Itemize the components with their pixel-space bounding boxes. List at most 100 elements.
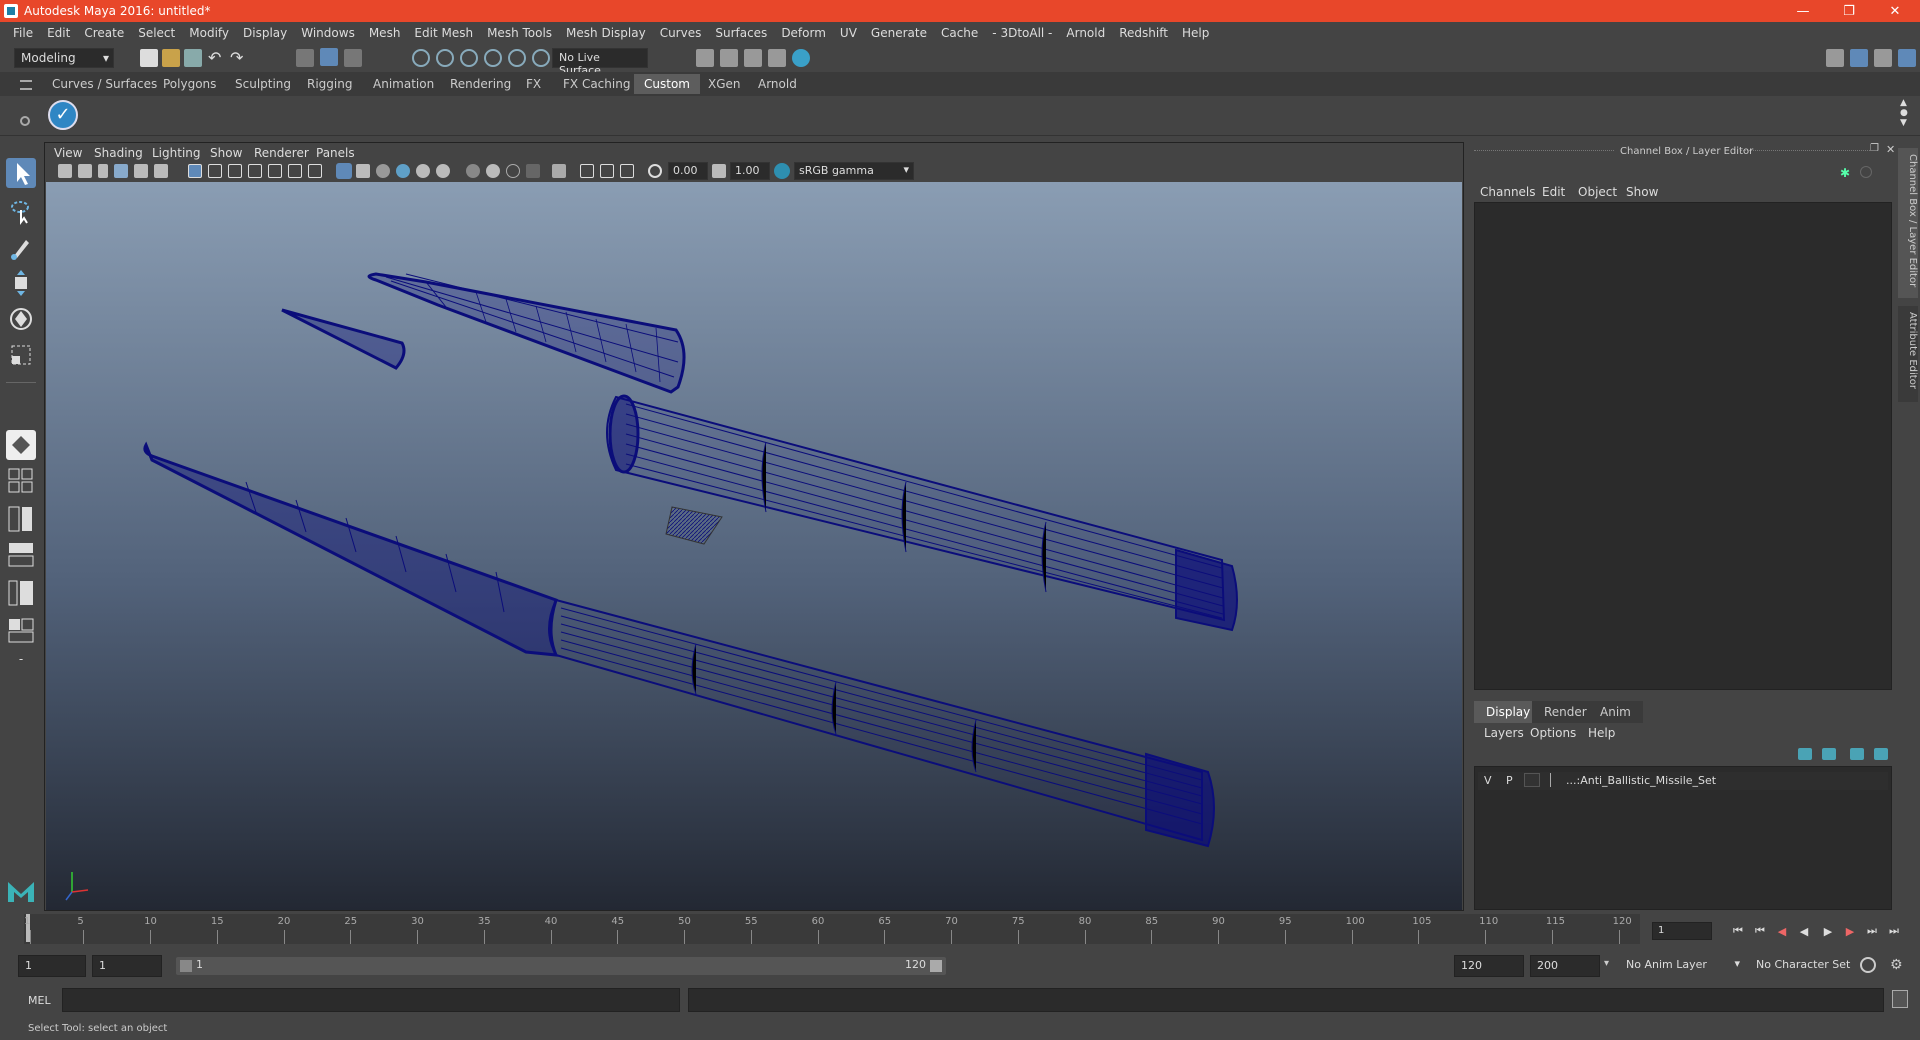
four-view-layout[interactable]	[6, 466, 36, 496]
camera-select-icon[interactable]	[58, 164, 72, 178]
menu-surfaces[interactable]: Surfaces	[708, 26, 774, 40]
float-panel-icon[interactable]: ❐	[1870, 143, 1879, 154]
menu-windows[interactable]: Windows	[294, 26, 362, 40]
side-by-side-layout[interactable]	[6, 504, 36, 534]
menu-cache[interactable]: Cache	[934, 26, 985, 40]
close-button[interactable]: ✕	[1872, 0, 1918, 22]
menu-display[interactable]: Display	[236, 26, 294, 40]
checkmark-icon[interactable]: ✓	[48, 100, 78, 130]
ipr-render-icon[interactable]	[744, 49, 762, 67]
snap-view-plane-icon[interactable]	[484, 49, 502, 67]
character-set-dropdown[interactable]: No Character Set	[1750, 955, 1874, 977]
viewport-canvas[interactable]: persp	[46, 182, 1462, 910]
vp-menu-view[interactable]: View	[54, 146, 82, 160]
cb-menu-show[interactable]: Show	[1626, 185, 1658, 199]
layer-menu-help[interactable]: Help	[1588, 726, 1615, 740]
menu-3dtoall[interactable]: - 3DtoAll -	[985, 26, 1059, 40]
save-scene-icon[interactable]	[184, 49, 202, 67]
tab-rendering[interactable]: Rendering	[440, 74, 521, 94]
tab-fx[interactable]: FX	[516, 74, 551, 94]
move-layer-down-icon[interactable]	[1822, 748, 1836, 760]
select-component-icon[interactable]	[344, 49, 362, 67]
mode-dropdown[interactable]: Modeling ▾	[14, 48, 114, 68]
range-start-handle[interactable]	[180, 960, 192, 972]
scene-start-field[interactable]: 1	[18, 955, 86, 977]
tab-anim[interactable]: Anim	[1588, 701, 1643, 723]
layer-color-swatch[interactable]	[1550, 773, 1564, 787]
tab-fx-caching[interactable]: FX Caching	[553, 74, 640, 94]
menu-mesh-display[interactable]: Mesh Display	[559, 26, 653, 40]
nose-cone-upper[interactable]	[367, 272, 686, 394]
shadows-icon[interactable]	[436, 164, 450, 178]
cb-menu-channels[interactable]: Channels	[1480, 185, 1536, 199]
layer-row[interactable]: V P ...:Anti_Ballistic_Missile_Set	[1478, 772, 1888, 790]
cb-menu-edit[interactable]: Edit	[1542, 185, 1565, 199]
new-layer-selected-icon[interactable]	[1874, 748, 1888, 760]
image-plane-icon[interactable]	[114, 164, 128, 178]
menu-uv[interactable]: UV	[833, 26, 864, 40]
resolution-gate-icon[interactable]	[228, 164, 242, 178]
single-perspective-layout[interactable]	[6, 430, 36, 460]
long-missile[interactable]	[143, 441, 1215, 848]
anti-aliasing-icon[interactable]	[600, 164, 614, 178]
playback-start-field[interactable]: 1	[92, 955, 162, 977]
undo-icon[interactable]: ↶	[208, 49, 226, 67]
tab-arnold[interactable]: Arnold	[748, 74, 807, 94]
menu-arnold[interactable]: Arnold	[1059, 26, 1112, 40]
isolate-select-icon[interactable]	[552, 164, 566, 178]
channel-options-icon[interactable]	[1860, 166, 1872, 178]
range-end-handle[interactable]	[930, 960, 942, 972]
toggle-panels-icon[interactable]	[1850, 49, 1868, 67]
new-layer-icon[interactable]	[1850, 748, 1864, 760]
script-editor-icon[interactable]	[1892, 990, 1908, 1008]
menu-select[interactable]: Select	[131, 26, 182, 40]
tab-custom[interactable]: Custom	[634, 74, 700, 94]
tab-polygons[interactable]: Polygons	[153, 74, 226, 94]
layer-visibility-toggle[interactable]: V	[1484, 774, 1492, 787]
playback-end-field[interactable]: 120	[1454, 955, 1524, 977]
magnet-icon[interactable]	[532, 49, 550, 67]
anim-layer-dropdown[interactable]: No Anim Layer ▾	[1620, 955, 1744, 977]
gamma-icon[interactable]	[712, 164, 726, 178]
depth-of-field-icon[interactable]	[620, 164, 634, 178]
snap-grid-icon[interactable]	[412, 49, 430, 67]
textured-icon[interactable]	[396, 164, 410, 178]
safe-title-icon[interactable]	[308, 164, 322, 178]
gate-mask-icon[interactable]	[248, 164, 262, 178]
render-frame-icon[interactable]	[720, 49, 738, 67]
render-settings-icon[interactable]	[768, 49, 786, 67]
camera-attributes-icon[interactable]	[78, 164, 92, 178]
live-surface-field[interactable]: No Live Surface	[552, 48, 648, 77]
playback-prefs-icon[interactable]: ⚙	[1890, 957, 1906, 973]
command-input[interactable]	[62, 988, 680, 1012]
shelf-settings-icon[interactable]	[20, 116, 30, 126]
menu-redshift[interactable]: Redshift	[1112, 26, 1175, 40]
channel-box-toggle-icon[interactable]	[1898, 49, 1916, 67]
open-scene-icon[interactable]	[162, 49, 180, 67]
color-space-dropdown[interactable]: sRGB gamma ▾	[794, 162, 914, 180]
mel-label[interactable]: MEL	[28, 994, 51, 1007]
axis-pivot-icon[interactable]: ✱	[1840, 166, 1854, 180]
rotate-tool[interactable]	[6, 304, 36, 334]
motion-blur-icon[interactable]	[580, 164, 594, 178]
scale-tool[interactable]	[6, 340, 36, 370]
vp-menu-panels[interactable]: Panels	[316, 146, 355, 160]
ambient-occlusion-icon[interactable]	[526, 164, 540, 178]
snap-surface-icon[interactable]	[508, 49, 526, 67]
xray-icon[interactable]	[466, 164, 480, 178]
layer-menu-layers[interactable]: Layers	[1484, 726, 1524, 740]
layer-menu-options[interactable]: Options	[1530, 726, 1576, 740]
flat-plate[interactable]	[665, 506, 723, 545]
menu-edit-mesh[interactable]: Edit Mesh	[407, 26, 480, 40]
menu-help[interactable]: Help	[1175, 26, 1216, 40]
missile-tip[interactable]	[281, 308, 406, 370]
menu-file[interactable]: File	[6, 26, 40, 40]
outliner-layout[interactable]	[6, 578, 36, 608]
wireframe-icon[interactable]	[336, 163, 352, 179]
range-slider[interactable]: 1 120	[176, 957, 946, 975]
xray-joints-icon[interactable]	[486, 164, 500, 178]
maximize-button[interactable]: ❐	[1826, 0, 1872, 22]
panel-grip[interactable]	[1474, 150, 1614, 151]
xray-components-icon[interactable]	[506, 164, 520, 178]
step-back-frame-icon[interactable]: ◀	[1774, 924, 1790, 938]
